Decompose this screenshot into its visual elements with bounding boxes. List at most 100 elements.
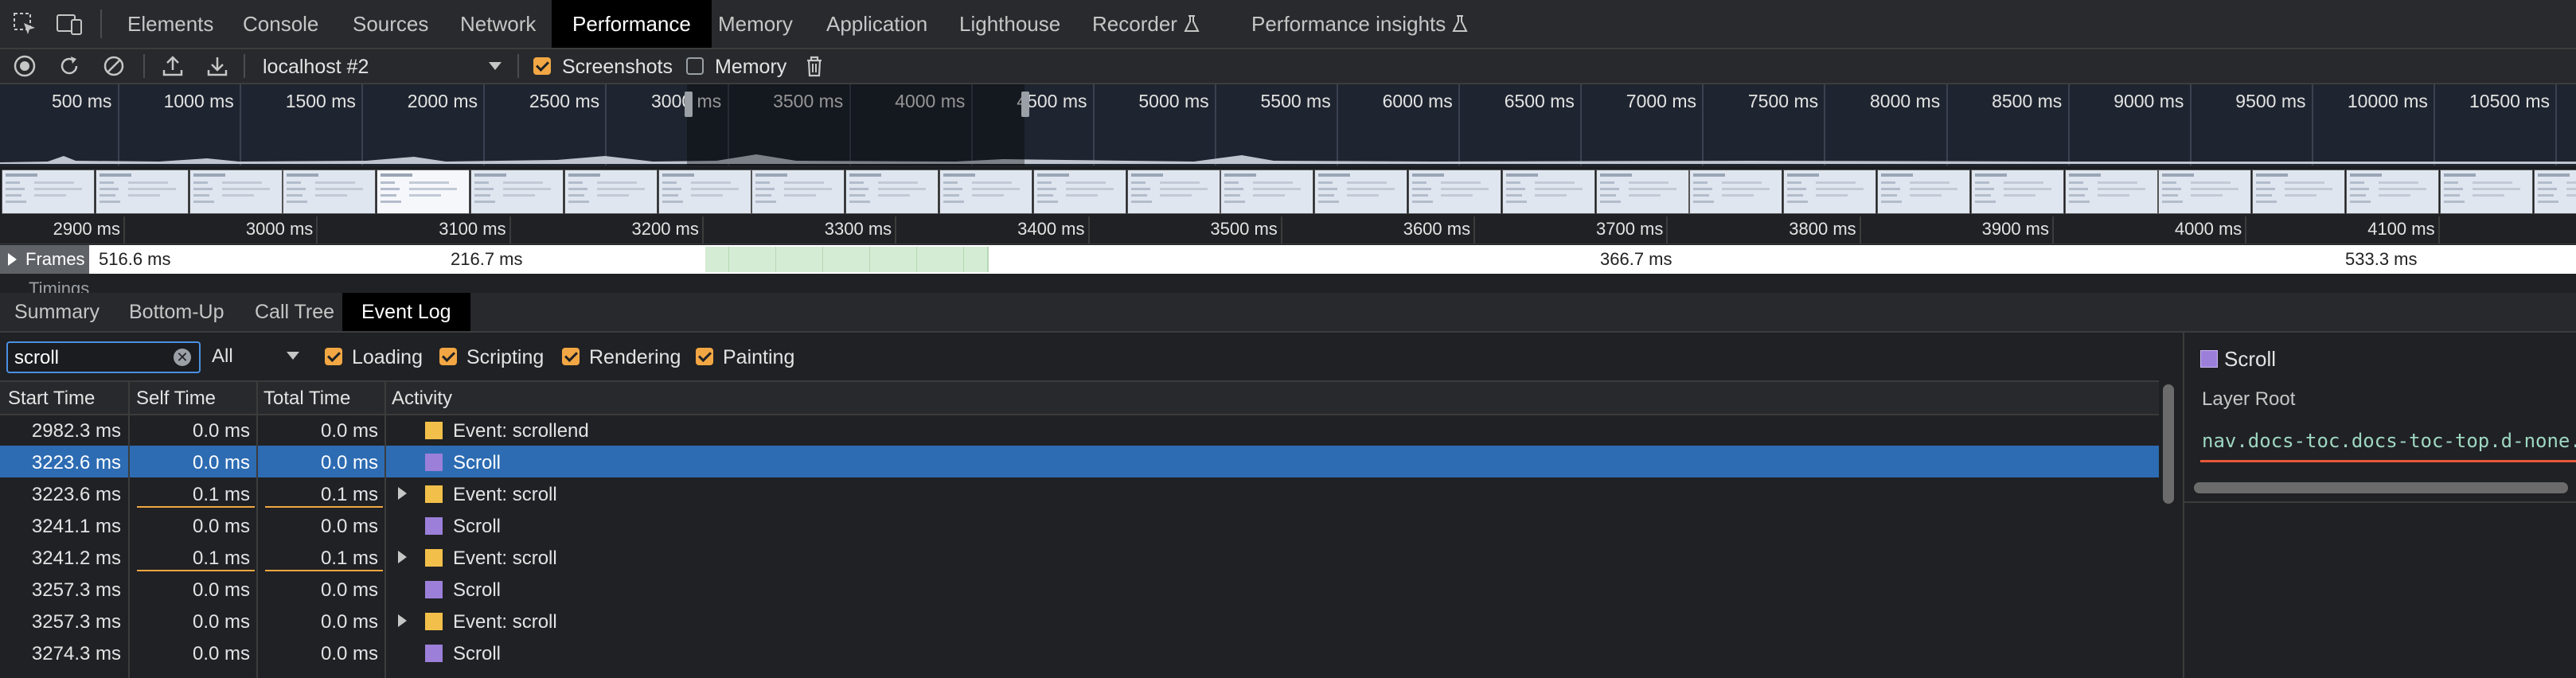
clear-search-icon[interactable]: ✕ <box>174 349 191 366</box>
column-header-activity[interactable]: Activity <box>392 388 452 410</box>
tab-sources[interactable]: Sources <box>353 0 428 48</box>
column-header-start-time[interactable]: Start Time <box>8 388 95 410</box>
tab-memory[interactable]: Memory <box>718 0 793 48</box>
frame-bar[interactable] <box>869 247 895 272</box>
memory-checkbox[interactable] <box>686 57 704 75</box>
frame-bar[interactable] <box>799 247 824 272</box>
search-input[interactable]: scroll ✕ <box>6 341 201 373</box>
tab-application[interactable]: Application <box>826 0 927 48</box>
experiment-flask-icon <box>1451 12 1469 36</box>
overview-selection-window[interactable] <box>687 84 1025 166</box>
table-row[interactable]: 3257.3 ms 0.0 ms 0.0 ms Scroll <box>0 573 2159 605</box>
screenshot-thumbnail[interactable] <box>939 170 1032 214</box>
tab-summary[interactable]: Summary <box>14 293 100 331</box>
screenshot-thumbnail[interactable] <box>658 170 751 214</box>
frame-bar[interactable] <box>846 247 871 272</box>
column-header-self-time[interactable]: Self Time <box>136 388 216 410</box>
frame-bar[interactable] <box>775 247 801 272</box>
overview-left-handle[interactable] <box>685 92 693 117</box>
download-icon[interactable] <box>205 54 229 83</box>
screenshot-thumbnail[interactable] <box>95 170 189 214</box>
screenshot-thumbnail[interactable] <box>189 170 283 214</box>
frame-bar[interactable] <box>916 247 942 272</box>
screenshot-thumbnail[interactable] <box>1783 170 1877 214</box>
tab-network[interactable]: Network <box>460 0 536 48</box>
screenshots-checkbox[interactable] <box>533 57 551 75</box>
table-row[interactable]: 3241.2 ms 0.1 ms 0.1 ms Event: scroll <box>0 541 2159 573</box>
table-row[interactable]: 3241.1 ms 0.0 ms 0.0 ms Scroll <box>0 509 2159 541</box>
expand-triangle-icon[interactable] <box>398 487 407 500</box>
tab-performance[interactable]: Performance <box>552 0 712 48</box>
screenshot-filmstrip[interactable] <box>0 167 2576 215</box>
screenshot-thumbnail[interactable] <box>1689 170 1783 214</box>
screenshot-thumbnail[interactable] <box>2252 170 2346 214</box>
tab-call-tree[interactable]: Call Tree <box>255 293 334 331</box>
screenshot-thumbnail[interactable] <box>1126 170 1220 214</box>
profile-select[interactable]: localhost #2 <box>263 53 502 80</box>
tab-lighthouse[interactable]: Lighthouse <box>959 0 1060 48</box>
tab-console[interactable]: Console <box>243 0 318 48</box>
screenshot-thumbnail[interactable] <box>1595 170 1689 214</box>
total-time-cell: 0.0 ms <box>320 452 378 473</box>
layer-root-node-link[interactable]: nav.docs-toc.docs-toc-top.d-none. <box>2202 430 2576 452</box>
column-header-total-time[interactable]: Total Time <box>263 388 350 410</box>
table-row[interactable]: 3257.3 ms 0.0 ms 0.0 ms Event: scroll <box>0 605 2159 637</box>
scripting-checkbox[interactable] <box>439 348 457 365</box>
painting-checkbox[interactable] <box>696 348 713 365</box>
details-horizontal-scrollbar[interactable] <box>2194 482 2568 493</box>
tab-elements[interactable]: Elements <box>127 0 213 48</box>
frame-bar[interactable] <box>893 247 918 272</box>
frames-track[interactable]: Frames 516.6 ms 216.7 ms 366.7 ms 533.3 … <box>0 245 2576 274</box>
table-row[interactable]: 3223.6 ms 0.1 ms 0.1 ms Event: scroll <box>0 477 2159 509</box>
expand-triangle-icon[interactable] <box>398 614 407 627</box>
upload-icon[interactable] <box>161 54 185 83</box>
frame-bar[interactable] <box>705 247 730 272</box>
frame-bar[interactable] <box>728 247 754 272</box>
tab-performance-insights[interactable]: Performance insights <box>1251 0 1469 48</box>
screenshot-thumbnail[interactable] <box>283 170 377 214</box>
screenshot-thumbnail[interactable] <box>2064 170 2158 214</box>
table-row[interactable]: 3274.3 ms 0.0 ms 0.0 ms Scroll <box>0 637 2159 668</box>
reload-record-icon[interactable] <box>57 54 81 83</box>
screenshot-thumbnail[interactable] <box>470 170 564 214</box>
screenshot-thumbnail[interactable] <box>1314 170 1408 214</box>
screenshot-thumbnail[interactable] <box>1501 170 1595 214</box>
screenshot-thumbnail[interactable] <box>2 170 95 214</box>
tab-bottom-up[interactable]: Bottom-Up <box>129 293 224 331</box>
inspect-element-icon[interactable] <box>13 12 37 41</box>
screenshot-thumbnail[interactable] <box>1877 170 1970 214</box>
screenshot-thumbnail[interactable] <box>2533 170 2576 214</box>
frames-track-header[interactable]: Frames <box>0 245 89 274</box>
screenshot-thumbnail[interactable] <box>2346 170 2439 214</box>
start-time-cell: 3241.1 ms <box>31 516 121 537</box>
table-row[interactable]: 3223.6 ms 0.0 ms 0.0 ms Scroll <box>0 446 2159 477</box>
screenshot-thumbnail[interactable] <box>1408 170 1501 214</box>
collect-garbage-icon[interactable] <box>802 54 826 83</box>
screenshot-thumbnail[interactable] <box>2158 170 2252 214</box>
screenshot-thumbnail[interactable] <box>1220 170 1314 214</box>
table-scrollbar[interactable] <box>2163 384 2174 504</box>
frame-bar[interactable] <box>963 247 989 272</box>
loading-checkbox[interactable] <box>325 348 342 365</box>
screenshot-thumbnail[interactable] <box>2439 170 2533 214</box>
table-row[interactable]: 2982.3 ms 0.0 ms 0.0 ms Event: scrollend <box>0 414 2159 446</box>
screenshot-thumbnail[interactable] <box>845 170 939 214</box>
frame-bar[interactable] <box>752 247 777 272</box>
expand-triangle-icon[interactable] <box>398 551 407 563</box>
frame-bar[interactable] <box>822 247 848 272</box>
rendering-checkbox[interactable] <box>562 348 580 365</box>
timeline-overview[interactable]: 500 ms 1000 ms 1500 ms 2000 ms 2500 ms 3000 m… <box>0 84 2576 166</box>
duration-filter-select[interactable]: All <box>212 342 307 369</box>
device-toolbar-icon[interactable] <box>56 12 83 41</box>
tab-event-log[interactable]: Event Log <box>342 293 470 331</box>
clear-icon[interactable] <box>102 54 126 83</box>
record-icon[interactable] <box>13 54 37 83</box>
screenshot-thumbnail[interactable] <box>564 170 658 214</box>
screenshot-thumbnail[interactable] <box>751 170 845 214</box>
screenshot-thumbnail[interactable] <box>1032 170 1126 214</box>
frame-bar[interactable] <box>940 247 965 272</box>
screenshot-thumbnail[interactable] <box>1970 170 2064 214</box>
tab-recorder[interactable]: Recorder <box>1092 0 1200 48</box>
overview-right-handle[interactable] <box>1021 92 1029 117</box>
screenshot-thumbnail[interactable] <box>377 170 470 214</box>
